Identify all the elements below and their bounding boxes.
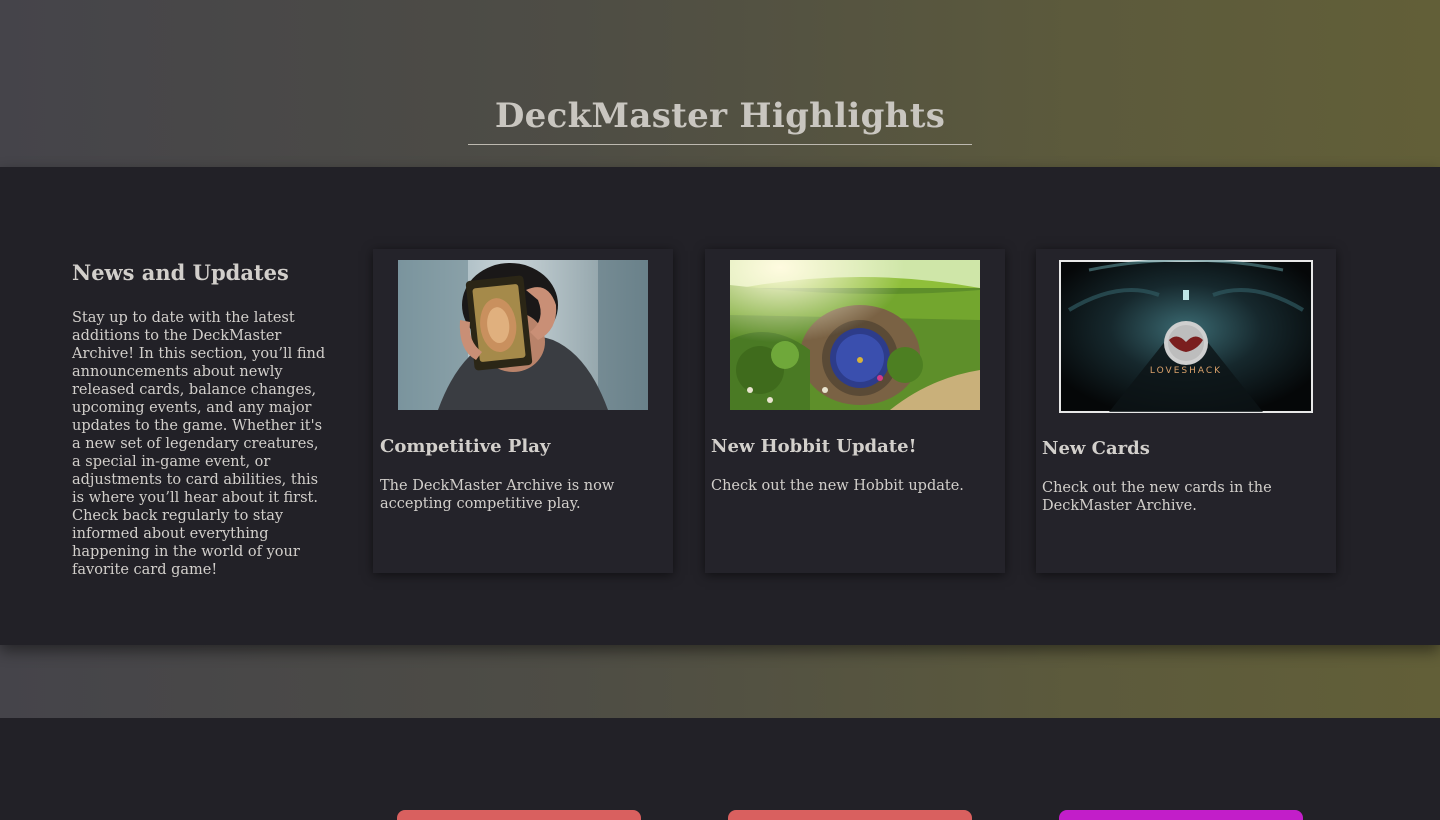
card-image-loveshack: LOVESHACK <box>1059 260 1313 413</box>
news-heading: News and Updates <box>72 260 289 285</box>
news-card-hobbit-update[interactable]: New Hobbit Update! Check out the new Hob… <box>705 249 1005 573</box>
news-description: Stay up to date with the latest addition… <box>72 310 326 578</box>
news-card-new-cards[interactable]: LOVESHACK New Cards Check out the new ca… <box>1036 249 1336 573</box>
card-text: Check out the new Hobbit update. <box>711 478 964 494</box>
news-card-competitive-play[interactable]: Competitive Play The DeckMaster Archive … <box>373 249 673 573</box>
loveshack-logo-text: LOVESHACK <box>1150 366 1222 376</box>
card-title: New Hobbit Update! <box>711 436 917 457</box>
title-underline <box>468 144 972 145</box>
card-text: The DeckMaster Archive is now accepting … <box>380 478 615 512</box>
news-section: News and Updates Stay up to date with th… <box>0 167 1440 645</box>
news-intro: News and Updates Stay up to date with th… <box>72 260 330 579</box>
card-title: Competitive Play <box>380 436 551 457</box>
divider-band <box>0 645 1440 718</box>
hero-banner: DeckMaster Highlights <box>0 0 1440 167</box>
page-title: DeckMaster Highlights <box>494 96 946 136</box>
card-title: New Cards <box>1042 438 1150 459</box>
card-text: Check out the new cards in the DeckMaste… <box>1042 480 1272 514</box>
card-image-person-holding-card <box>398 260 648 410</box>
card-image-hobbit-hole <box>730 260 980 410</box>
lower-section <box>0 718 1440 820</box>
